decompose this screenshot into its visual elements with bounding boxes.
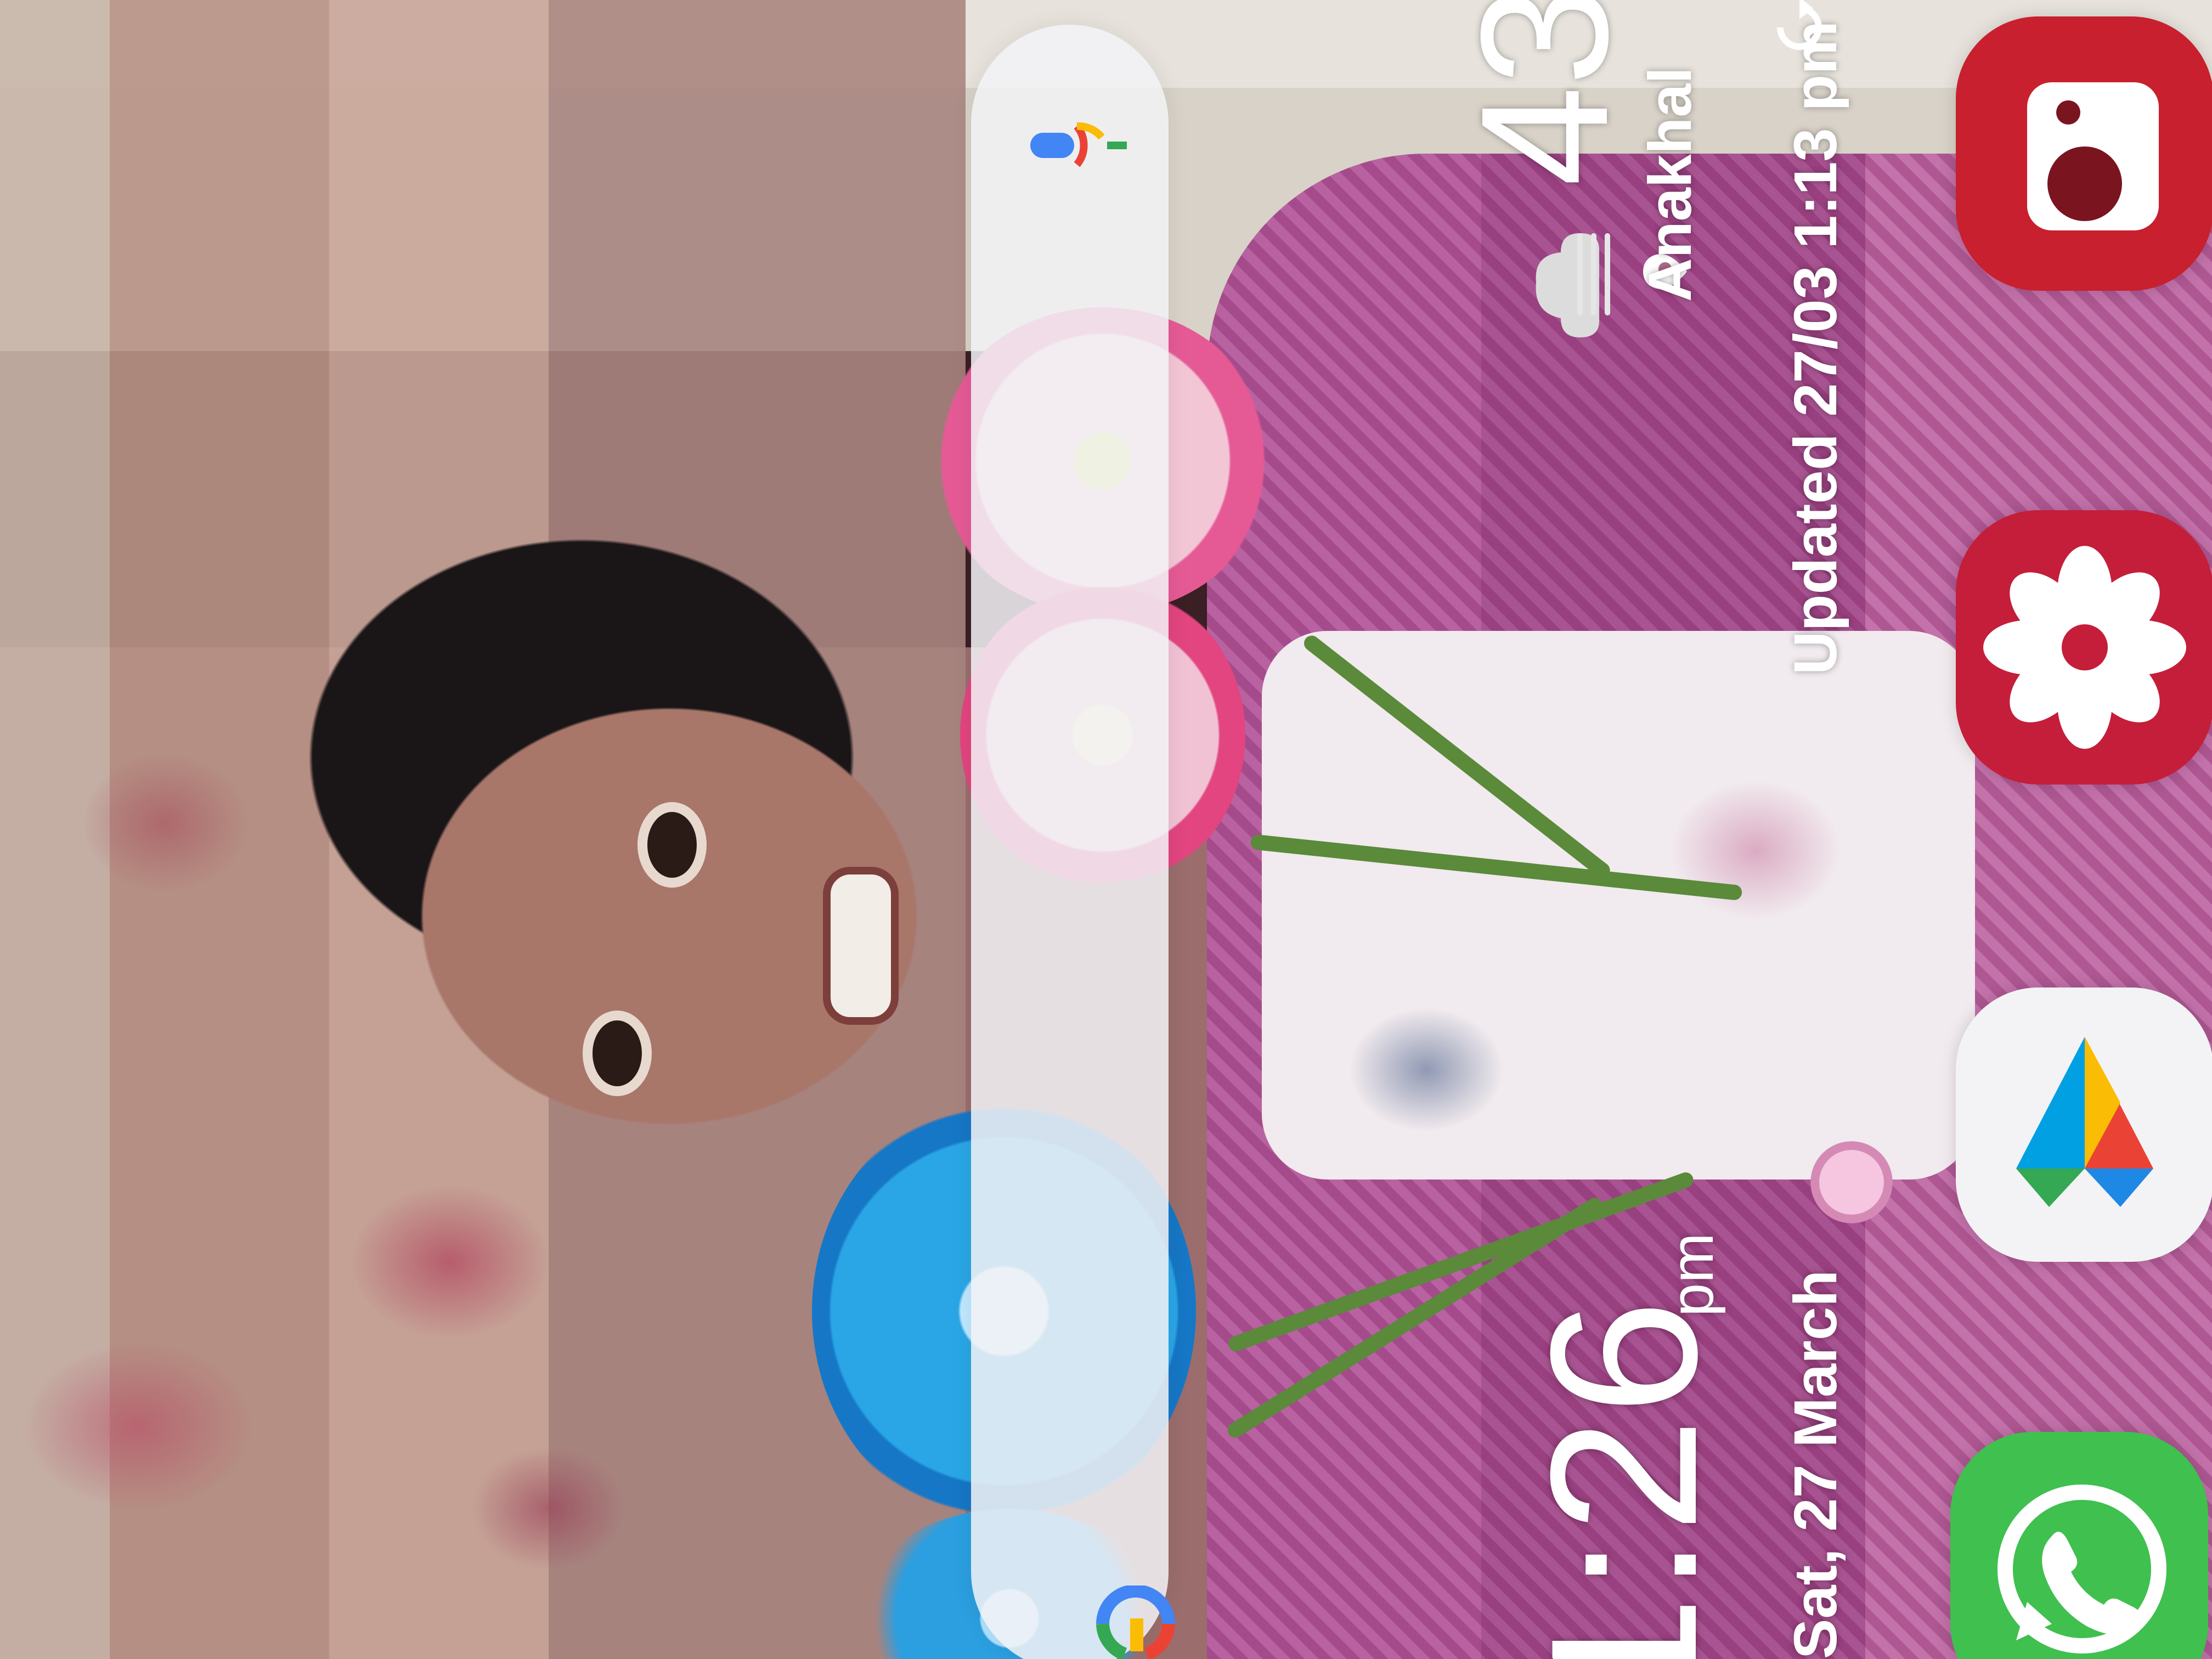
wallpaper-smile bbox=[823, 867, 899, 1025]
clock-time[interactable]: 1:26 bbox=[1507, 1297, 1740, 1659]
whatsapp-app-icon[interactable] bbox=[1950, 1432, 2208, 1659]
clock-ampm: pm bbox=[1658, 1233, 1726, 1317]
wallpaper-eye bbox=[592, 1020, 642, 1086]
whatsapp-icon bbox=[1997, 1485, 2166, 1654]
gallery-app-icon[interactable] bbox=[1956, 510, 2212, 785]
play-store-app-icon[interactable] bbox=[1956, 988, 2212, 1262]
weather-updated-time: Updated 27/03 1:13 pm bbox=[1782, 20, 1849, 675]
wallpaper-skirt bbox=[1262, 631, 1975, 1180]
google-g-icon[interactable] bbox=[1092, 1585, 1180, 1659]
clock-date[interactable]: Sat, 27 March bbox=[1782, 1270, 1849, 1659]
home-screen: 43° Anakhal Updated 27/03 1:13 pm 1:26 p… bbox=[0, 0, 2212, 1659]
weather-temperature[interactable]: 43° bbox=[1443, 0, 1645, 187]
play-store-icon bbox=[2016, 1037, 2153, 1207]
mic-icon[interactable] bbox=[1025, 104, 1129, 187]
camera-icon bbox=[2027, 82, 2159, 230]
google-search-bar[interactable] bbox=[971, 25, 1169, 1659]
camera-app-icon[interactable] bbox=[1956, 16, 2212, 291]
cloud-rain-icon bbox=[1536, 233, 1610, 337]
weather-location[interactable]: Anakhal bbox=[1637, 67, 1704, 302]
wallpaper-eye bbox=[647, 812, 697, 878]
wallpaper-ring bbox=[1810, 1141, 1893, 1223]
gallery-flower-icon bbox=[1983, 546, 2186, 749]
refresh-icon[interactable] bbox=[1769, 0, 1830, 60]
